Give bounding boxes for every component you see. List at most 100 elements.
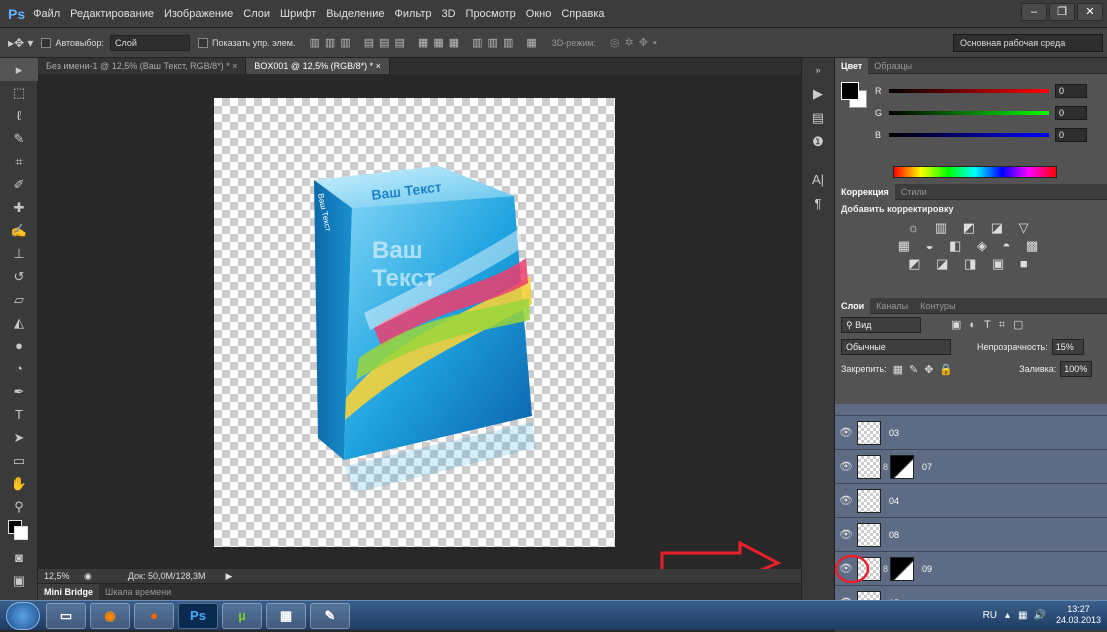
color-spectrum[interactable] <box>893 166 1057 178</box>
menu-help[interactable]: Справка <box>561 8 604 20</box>
lasso-tool-icon[interactable]: ℓ <box>0 104 38 127</box>
ps-icon[interactable]: Ps <box>178 602 218 629</box>
utorrent-icon[interactable]: µ <box>222 602 262 629</box>
green-slider[interactable] <box>889 111 1049 115</box>
close-icon[interactable]: ✕ <box>1077 3 1103 21</box>
layer-row[interactable]: 👁 03 <box>835 416 1107 450</box>
layer-filter-select[interactable]: ⚲ Вид <box>841 317 921 333</box>
eye-icon[interactable]: 👁 <box>835 494 857 507</box>
filter-icons[interactable]: ▣◐T⌗▢ <box>951 318 1031 332</box>
move-tool-icon[interactable]: ▸✥ ▾ <box>8 36 33 50</box>
blue-value[interactable]: 0 <box>1055 128 1087 142</box>
move-tool-icon[interactable]: ▸ <box>0 58 38 81</box>
character-icon[interactable]: A| <box>802 168 834 192</box>
canvas-area[interactable]: Ваш Текст Ваш Текст Ваш Текст <box>38 74 801 569</box>
adjustment-icons-row-3[interactable]: ◩ ◪ ◨ ▣ ■ <box>835 256 1107 272</box>
path-select-tool-icon[interactable]: ➤ <box>0 426 38 449</box>
3d-icons[interactable]: ◎✲✥▪ <box>610 36 662 49</box>
layer-row[interactable]: 👁 8 07 <box>835 450 1107 484</box>
autoselect-select[interactable]: Слой <box>109 34 190 51</box>
play-icon[interactable]: ▶ <box>802 82 834 106</box>
eye-icon[interactable]: 👁 <box>835 528 857 541</box>
minimize-icon[interactable]: – <box>1021 3 1047 21</box>
tab-color[interactable]: Цвет <box>835 57 869 74</box>
crop-tool-icon[interactable]: ⌗ <box>0 150 38 173</box>
eraser-tool-icon[interactable]: ▱ <box>0 288 38 311</box>
marquee-tool-icon[interactable]: ⬚ <box>0 81 38 104</box>
properties-icon[interactable]: ▤ <box>802 106 834 130</box>
color-swatches[interactable] <box>0 518 38 546</box>
explorer-icon[interactable]: ▭ <box>46 602 86 629</box>
pen-tool-icon[interactable]: ✒ <box>0 380 38 403</box>
brush-tool-icon[interactable]: ✍ <box>0 219 38 242</box>
align-icons[interactable]: ▥▥▥ ▤▤▤ ▦▦▦ ▥▥▥ ▦ <box>309 36 541 49</box>
red-slider[interactable] <box>889 89 1049 93</box>
status-menu-icon[interactable]: ▶ <box>226 571 233 582</box>
blue-slider[interactable] <box>889 133 1049 137</box>
tab-channels[interactable]: Каналы <box>870 298 914 314</box>
blur-tool-icon[interactable]: ● <box>0 334 38 357</box>
paragraph-icon[interactable]: ¶ <box>802 192 834 216</box>
stamp-tool-icon[interactable]: ⊥ <box>0 242 38 265</box>
tab-untitled[interactable]: Без имени-1 @ 12,5% (Ваш Текст, RGB/8*) … <box>38 58 247 74</box>
menu-image[interactable]: Изображение <box>164 8 233 20</box>
foreground-swatch[interactable] <box>841 82 859 100</box>
layer-row[interactable]: 👁 8 09 <box>835 552 1107 586</box>
quick-mask-icon[interactable]: ◙ <box>0 546 38 569</box>
tab-paths[interactable]: Контуры <box>914 298 961 314</box>
close-icon[interactable]: × <box>232 61 237 71</box>
tab-box001[interactable]: BOX001 @ 12,5% (RGB/8*) * × <box>246 58 390 74</box>
tab-layers[interactable]: Слои <box>835 297 871 314</box>
info-icon[interactable]: ❶ <box>802 130 834 154</box>
adjustment-icons-row-1[interactable]: ☼ ▥ ◩ ◪ ▽ <box>835 220 1107 236</box>
rectangle-tool-icon[interactable]: ▭ <box>0 449 38 472</box>
red-value[interactable]: 0 <box>1055 84 1087 98</box>
autoselect-checkbox[interactable] <box>41 37 52 48</box>
language-indicator[interactable]: RU <box>983 610 997 621</box>
menu-view[interactable]: Просмотр <box>466 8 516 20</box>
healing-tool-icon[interactable]: ✚ <box>0 196 38 219</box>
opacity-input[interactable]: 15% <box>1051 339 1084 355</box>
quick-select-tool-icon[interactable]: ✎ <box>0 127 38 150</box>
tab-styles[interactable]: Стили <box>895 184 933 200</box>
adjustment-icons-row-2[interactable]: ▦ ◒ ◧ ◈ ◓ ▩ <box>835 238 1107 254</box>
workspace-select[interactable]: Основная рабочая среда <box>953 34 1103 52</box>
layer-row[interactable]: 👁 04 <box>835 484 1107 518</box>
network-icon[interactable]: ▦ <box>1018 610 1027 621</box>
blend-mode-select[interactable]: Обычные <box>841 339 951 355</box>
dodge-tool-icon[interactable]: ◔ <box>0 357 38 380</box>
paint-bucket-tool-icon[interactable]: ◭ <box>0 311 38 334</box>
history-brush-tool-icon[interactable]: ↺ <box>0 265 38 288</box>
clock[interactable]: 13:27 24.03.2013 <box>1056 604 1101 626</box>
start-button[interactable] <box>6 601 40 630</box>
menu-filter[interactable]: Фильтр <box>395 8 432 20</box>
layer-mask-thumbnail[interactable] <box>890 454 915 479</box>
tab-swatches[interactable]: Образцы <box>868 58 918 74</box>
type-tool-icon[interactable]: T <box>0 403 38 426</box>
background-color[interactable] <box>14 526 28 540</box>
paint-icon[interactable]: ▦ <box>266 602 306 629</box>
tab-mini-bridge[interactable]: Mini Bridge <box>38 583 99 601</box>
hand-tool-icon[interactable]: ✋ <box>0 472 38 495</box>
volume-icon[interactable]: 🔊 <box>1034 610 1046 621</box>
menu-type[interactable]: Шрифт <box>280 8 316 20</box>
menu-file[interactable]: Файл <box>33 8 60 20</box>
menu-select[interactable]: Выделение <box>326 8 384 20</box>
tab-adjustments[interactable]: Коррекция <box>835 183 895 200</box>
green-value[interactable]: 0 <box>1055 106 1087 120</box>
restore-icon[interactable]: ❐ <box>1049 3 1075 21</box>
media-icon[interactable]: ◉ <box>90 602 130 629</box>
menu-3d[interactable]: 3D <box>441 8 455 20</box>
tool-icon[interactable]: ✎ <box>310 602 350 629</box>
tab-timeline[interactable]: Шкала времени <box>99 587 177 597</box>
tray-arrow-icon[interactable]: ▴ <box>1005 610 1010 621</box>
fill-input[interactable]: 100% <box>1060 361 1093 377</box>
menu-layers[interactable]: Слои <box>243 8 270 20</box>
status-icon[interactable]: ◉ <box>84 571 92 582</box>
show-controls-checkbox[interactable] <box>197 37 208 48</box>
close-icon[interactable]: × <box>376 61 381 71</box>
firefox-icon[interactable]: ● <box>134 602 174 629</box>
lock-icons[interactable]: ▦✎✥🔒 <box>893 363 960 376</box>
eye-icon[interactable]: 👁 <box>835 426 857 439</box>
document-canvas[interactable]: Ваш Текст Ваш Текст Ваш Текст <box>214 98 615 547</box>
